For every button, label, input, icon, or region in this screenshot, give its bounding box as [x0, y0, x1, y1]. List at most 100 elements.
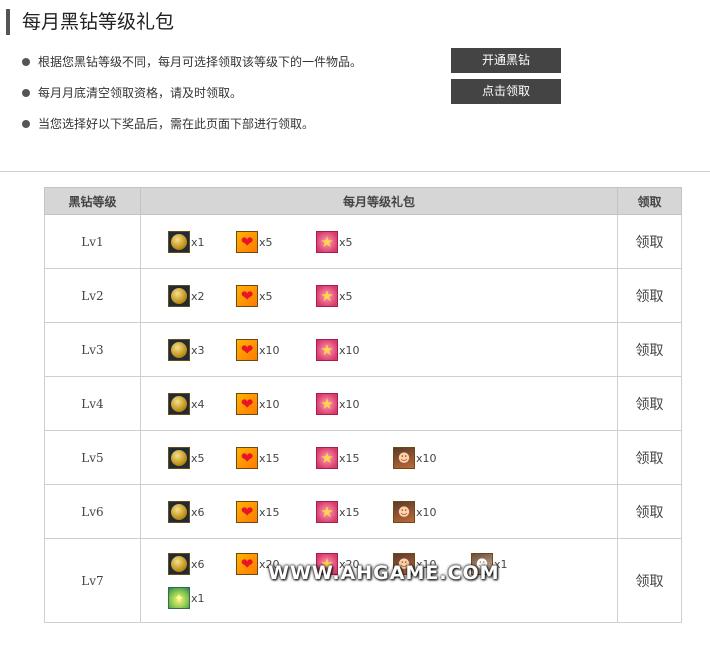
item-quantity: x10	[339, 397, 360, 411]
bullet-icon	[22, 57, 30, 66]
heart-icon: ❤	[236, 393, 258, 415]
item-quantity: x5	[259, 289, 273, 303]
gift-item[interactable]: ☻ x10	[393, 501, 437, 523]
note-text: 每月月底清空领取资格，请及时领取。	[38, 86, 243, 100]
star-icon: ★	[316, 447, 338, 469]
item-quantity: x15	[339, 451, 360, 465]
header-gift: 每月等级礼包	[140, 187, 618, 215]
star-icon: ★	[316, 285, 338, 307]
star-icon: ★	[316, 231, 338, 253]
bullet-icon	[22, 88, 30, 97]
item-quantity: x6	[191, 505, 205, 519]
section-divider	[0, 171, 710, 172]
page-title: 每月黑钻等级礼包	[6, 9, 174, 35]
note-item: 每月月底清空领取资格，请及时领取。	[22, 84, 242, 101]
coin-icon	[168, 231, 190, 253]
bullet-icon	[22, 119, 30, 128]
table-row: Lv1 x1 ❤ x5 ★ x5 领取	[44, 214, 682, 269]
table-row: Lv5 x5 ❤ x15 ★ x15 ☻ x10 领取	[44, 430, 682, 485]
heart-icon: ❤	[236, 501, 258, 523]
item-quantity: x5	[339, 235, 353, 249]
table-row: Lv3 x3 ❤ x10 ★ x10 领取	[44, 322, 682, 377]
gift-item[interactable]: ❤ x10	[236, 339, 280, 361]
item-quantity: x15	[339, 505, 360, 519]
gift-item[interactable]: ☻ x10	[393, 447, 437, 469]
item-quantity: x5	[191, 451, 205, 465]
gift-item[interactable]: x2	[168, 285, 205, 307]
item-quantity: x3	[191, 343, 205, 357]
coin-icon	[168, 393, 190, 415]
gift-item[interactable]: x6	[168, 553, 205, 575]
item-quantity: x10	[339, 343, 360, 357]
item-quantity: x10	[416, 505, 437, 519]
note-item: 当您选择好以下奖品后，需在此页面下部进行领取。	[22, 115, 314, 132]
table-row: Lv2 x2 ❤ x5 ★ x5 领取	[44, 268, 682, 323]
item-quantity: x15	[259, 451, 280, 465]
claim-link[interactable]: 领取	[617, 214, 682, 269]
gift-item[interactable]: ★ x10	[316, 339, 360, 361]
gift-items-cell: x1 ❤ x5 ★ x5	[140, 214, 618, 269]
item-quantity: x10	[259, 343, 280, 357]
table-row: Lv4 x4 ❤ x10 ★ x10 领取	[44, 376, 682, 431]
item-quantity: x1	[191, 591, 205, 605]
gift-item[interactable]: ❤ x5	[236, 285, 273, 307]
star-icon: ★	[316, 501, 338, 523]
claim-link[interactable]: 领取	[617, 322, 682, 377]
coin-icon	[168, 553, 190, 575]
item-quantity: x5	[259, 235, 273, 249]
gift-item[interactable]: ✦ x1	[168, 587, 205, 609]
gift-item[interactable]: ❤ x10	[236, 393, 280, 415]
gift-item[interactable]: x3	[168, 339, 205, 361]
item-quantity: x5	[339, 289, 353, 303]
claim-now-button[interactable]: 点击领取	[451, 79, 561, 104]
gift-items-cell: x6 ❤ x15 ★ x15 ☻ x10	[140, 484, 618, 539]
gift-items-cell: x5 ❤ x15 ★ x15 ☻ x10	[140, 430, 618, 485]
star-icon: ★	[316, 339, 338, 361]
gift-item[interactable]: ★ x15	[316, 447, 360, 469]
table-row: Lv6 x6 ❤ x15 ★ x15 ☻ x10 领取	[44, 484, 682, 539]
level-cell: Lv2	[44, 268, 141, 323]
claim-link[interactable]: 领取	[617, 430, 682, 485]
item-quantity: x4	[191, 397, 205, 411]
header-claim: 领取	[617, 187, 682, 215]
heart-icon: ❤	[236, 447, 258, 469]
claim-link[interactable]: 领取	[617, 268, 682, 323]
level-cell: Lv6	[44, 484, 141, 539]
heart-icon: ❤	[236, 553, 258, 575]
coin-icon	[168, 501, 190, 523]
claim-link[interactable]: 领取	[617, 376, 682, 431]
gift-item[interactable]: ★ x5	[316, 231, 353, 253]
level-cell: Lv5	[44, 430, 141, 485]
gift-item[interactable]: ❤ x15	[236, 447, 280, 469]
gift-item[interactable]: x4	[168, 393, 205, 415]
gift-items-cell: x3 ❤ x10 ★ x10	[140, 322, 618, 377]
gift-item[interactable]: ★ x5	[316, 285, 353, 307]
gift-table: 黑钻等级 每月等级礼包 领取 Lv1 x1 ❤ x5 ★ x5 领取 Lv2 x2 ❤ x5 ★ x5 领…	[44, 187, 682, 623]
hero-portrait-icon: ☻	[393, 447, 415, 469]
note-item: 根据您黑钻等级不同，每月可选择领取该等级下的一件物品。	[22, 53, 362, 70]
claim-link[interactable]: 领取	[617, 484, 682, 539]
item-quantity: x2	[191, 289, 205, 303]
item-quantity: x15	[259, 505, 280, 519]
item-quantity: x6	[191, 557, 205, 571]
open-vip-button[interactable]: 开通黑钻	[451, 48, 561, 73]
note-text: 当您选择好以下奖品后，需在此页面下部进行领取。	[38, 117, 315, 131]
gift-item[interactable]: x6	[168, 501, 205, 523]
gift-item[interactable]: x1	[168, 231, 205, 253]
claim-link[interactable]: 领取	[617, 538, 682, 623]
gift-items-cell: x2 ❤ x5 ★ x5	[140, 268, 618, 323]
item-quantity: x1	[191, 235, 205, 249]
flame-icon: ✦	[168, 587, 190, 609]
heart-icon: ❤	[236, 231, 258, 253]
gift-item[interactable]: ★ x10	[316, 393, 360, 415]
gift-item[interactable]: ❤ x5	[236, 231, 273, 253]
level-cell: Lv1	[44, 214, 141, 269]
hero-portrait-icon: ☻	[393, 501, 415, 523]
heart-icon: ❤	[236, 285, 258, 307]
star-icon: ★	[316, 393, 338, 415]
watermark: WWW.AHGAME.COM	[268, 562, 500, 584]
gift-item[interactable]: x5	[168, 447, 205, 469]
gift-item[interactable]: ★ x15	[316, 501, 360, 523]
item-quantity: x10	[259, 397, 280, 411]
gift-item[interactable]: ❤ x15	[236, 501, 280, 523]
